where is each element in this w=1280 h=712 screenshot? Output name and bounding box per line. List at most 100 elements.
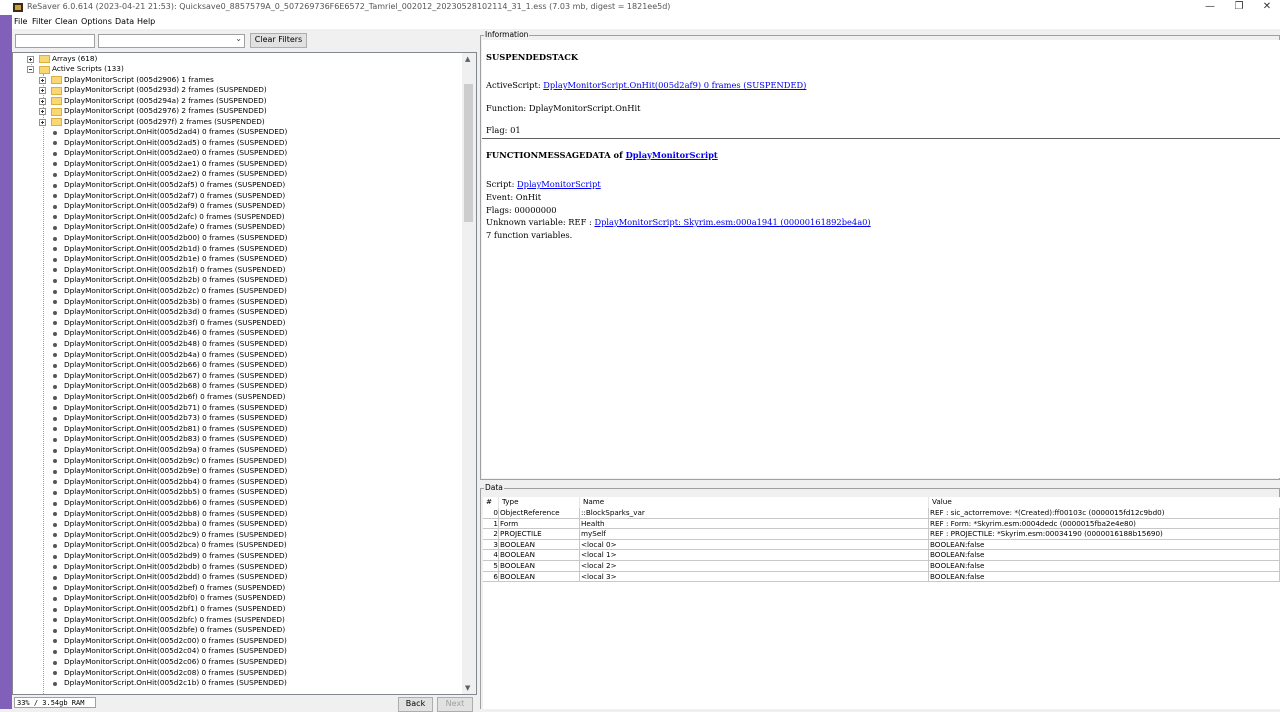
cell-value: REF : PROJECTILE: *Skyrim.esm:00034190 (… — [929, 529, 1280, 540]
active-script-link[interactable]: DplayMonitorScript.OnHit(005d2af9) 0 fra… — [543, 80, 806, 90]
tree-node-label: Arrays (618) — [52, 53, 98, 63]
cell-type: BOOLEAN — [499, 561, 580, 572]
expand-icon[interactable] — [27, 55, 34, 63]
info-event-line: Event: OnHit — [486, 192, 542, 202]
menu-options[interactable]: Options — [81, 17, 112, 26]
bullet-icon — [53, 331, 57, 336]
table-row[interactable]: 6 BOOLEAN <local 3> BOOLEAN:false — [483, 571, 1280, 583]
tree-node-label: DplayMonitorScript.OnHit(005d2c1b) 0 fra… — [64, 678, 287, 688]
back-button[interactable]: Back — [398, 697, 433, 712]
tree-node-label: DplayMonitorScript (005d294a) 2 frames (… — [64, 95, 267, 105]
unknown-var-link[interactable]: DplayMonitorScript: Skyrim.esm:000a1941 … — [594, 217, 870, 227]
info-label: ActiveScript: — [486, 80, 544, 90]
expand-icon[interactable] — [39, 118, 46, 126]
bullet-icon — [53, 278, 57, 283]
bullet-icon — [53, 353, 57, 358]
tree-node-label: DplayMonitorScript.OnHit(005d2ad4) 0 fra… — [64, 127, 288, 136]
expand-icon[interactable] — [39, 108, 46, 115]
bullet-icon — [53, 512, 57, 517]
collapse-icon[interactable] — [27, 66, 34, 73]
cell-value: BOOLEAN:false — [929, 550, 1280, 561]
filter-mod-combo[interactable]: ⌄ — [98, 34, 245, 48]
tree-node-label: DplayMonitorScript.OnHit(005d2ae1) 0 fra… — [64, 158, 288, 168]
info-unknown-var-line: Unknown variable: REF : DplayMonitorScri… — [486, 217, 871, 227]
column-header-name[interactable]: Name — [580, 497, 929, 508]
tree-node-label: DplayMonitorScript.OnHit(005d2bb8) 0 fra… — [64, 508, 288, 518]
tree-node-label: DplayMonitorScript.OnHit(005d2b4a) 0 fra… — [64, 349, 288, 359]
tree-node-label: Active Scripts (133) — [52, 64, 124, 73]
tree-node-label: DplayMonitorScript.OnHit(005d2b3f) 0 fra… — [64, 317, 286, 327]
clear-filters-button[interactable]: Clear Filters — [250, 33, 307, 48]
menu-clean[interactable]: Clean — [55, 17, 78, 26]
folder-icon — [51, 86, 62, 95]
bullet-icon — [53, 416, 57, 421]
scroll-thumb[interactable] — [464, 84, 473, 222]
cell-type: BOOLEAN — [499, 550, 580, 561]
bullet-icon — [53, 554, 57, 559]
information-content: SUSPENDEDSTACK ActiveScript: DplayMonito… — [482, 40, 1280, 478]
expand-icon[interactable] — [39, 97, 46, 105]
folder-icon — [51, 76, 62, 84]
tree-node-label: DplayMonitorScript.OnHit(005d2c06) 0 fra… — [64, 657, 287, 666]
tree-node-label: DplayMonitorScript.OnHit(005d2bb4) 0 fra… — [64, 476, 288, 486]
desktop-accent-strip — [0, 0, 12, 709]
data-panel-title: Data — [484, 483, 504, 492]
tree-node-label: DplayMonitorScript.OnHit(005d2ae2) 0 fra… — [64, 169, 288, 179]
tree-scrollbar[interactable]: ▲ ▼ — [462, 53, 476, 694]
column-header-value[interactable]: Value — [929, 497, 1280, 508]
bullet-icon — [53, 151, 57, 156]
expand-icon[interactable] — [39, 76, 46, 84]
table-row[interactable]: 4 BOOLEAN <local 1> BOOLEAN:false — [483, 550, 1280, 561]
table-row[interactable]: 5 BOOLEAN <local 2> BOOLEAN:false — [483, 561, 1280, 572]
bullet-icon — [53, 596, 57, 601]
bullet-icon — [53, 427, 57, 432]
scroll-up-icon[interactable]: ▲ — [465, 55, 470, 63]
bullet-icon — [53, 671, 57, 676]
tree-node-label: DplayMonitorScript.OnHit(005d2b6f) 0 fra… — [64, 392, 286, 401]
script-link[interactable]: DplayMonitorScript — [517, 179, 601, 189]
bullet-icon — [53, 437, 57, 442]
menu-file[interactable]: File — [14, 17, 27, 26]
close-icon[interactable]: ✕ — [1250, 0, 1280, 15]
tree-node-label: DplayMonitorScript.OnHit(005d2afc) 0 fra… — [64, 211, 285, 221]
app-icon — [13, 3, 23, 12]
table-row[interactable]: 0 ObjectReference::BlockSparks_var REF : s… — [483, 508, 1280, 519]
tree-node-label: DplayMonitorScript.OnHit(005d2b00) 0 fra… — [64, 233, 288, 242]
tree-node-label: DplayMonitorScript.OnHit(005d2c04) 0 fra… — [64, 646, 287, 656]
tree-node-label: DplayMonitorScript.OnHit(005d2b3b) 0 fra… — [64, 296, 288, 306]
menu-help[interactable]: Help — [137, 17, 155, 26]
column-header-type[interactable]: Type — [499, 497, 580, 508]
bullet-icon — [53, 310, 57, 315]
table-row[interactable]: 2 PROJECTILE mySelf REF : PROJECTILE: *Skyr… — [483, 529, 1280, 540]
bullet-icon — [53, 628, 57, 633]
cell-index: 1 — [483, 518, 499, 530]
cell-name: <local 0> — [580, 539, 929, 551]
next-button[interactable]: Next — [437, 697, 473, 712]
fmd-heading-text: FUNCTIONMESSAGEDATA of — [486, 150, 626, 160]
tree-node-label: DplayMonitorScript.OnHit(005d2b71) 0 fra… — [64, 402, 288, 412]
menu-filter[interactable]: Filter — [32, 17, 52, 26]
save-tree[interactable]: Arrays (618) Active Scripts (133) DplayM… — [12, 52, 477, 695]
bullet-icon — [53, 395, 57, 400]
folder-icon — [51, 107, 62, 116]
tree-node-label: DplayMonitorScript.OnHit(005d2b46) 0 fra… — [64, 328, 288, 338]
folder-icon — [39, 55, 50, 63]
bullet-icon — [53, 130, 57, 135]
table-row[interactable]: 1 Form Health REF : Form: *Skyrim.esm:0004d… — [483, 518, 1280, 530]
tree-node-label: DplayMonitorScript.OnHit(005d2b68) 0 fra… — [64, 381, 288, 391]
fmd-script-link[interactable]: DplayMonitorScript — [626, 150, 718, 160]
column-header-index[interactable]: # — [483, 497, 499, 508]
scroll-down-icon[interactable]: ▼ — [465, 684, 470, 692]
info-script-line: Script: DplayMonitorScript — [486, 179, 601, 189]
bullet-icon — [53, 225, 57, 230]
menu-data[interactable]: Data — [115, 17, 134, 26]
filter-text-input[interactable] — [15, 34, 95, 48]
cell-type: Form — [499, 518, 580, 530]
bullet-icon — [53, 490, 57, 495]
expand-icon[interactable] — [39, 87, 46, 94]
cell-name: Health — [580, 518, 929, 530]
bullet-icon — [53, 289, 57, 294]
cell-index: 6 — [483, 571, 499, 583]
table-row[interactable]: 3 BOOLEAN <local 0> BOOLEAN:false — [483, 539, 1280, 551]
information-panel-title: Information — [484, 30, 530, 39]
